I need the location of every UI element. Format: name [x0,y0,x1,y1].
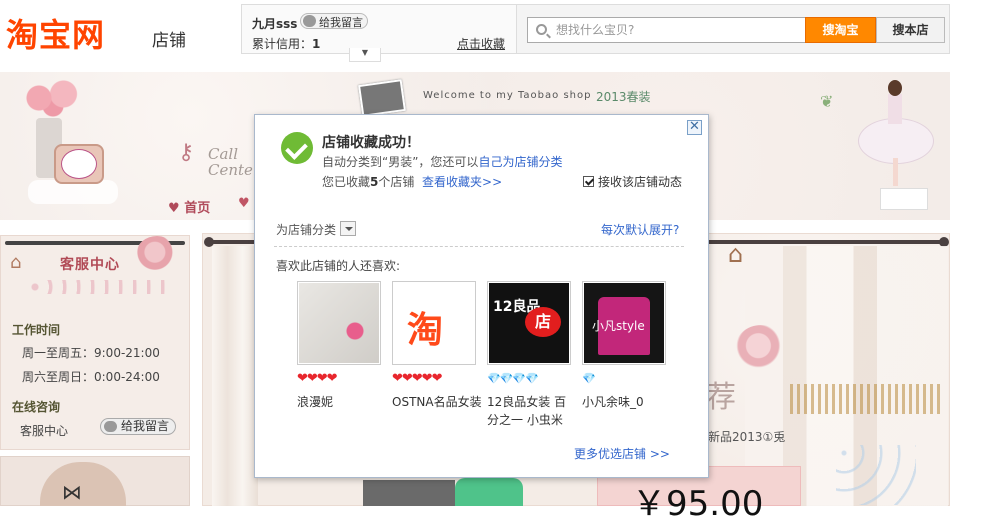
bow-icon: ⋈ [62,480,82,504]
category-info-text: 自动分类到“男装”，您还可以 [322,155,479,169]
shop-thumbnail[interactable]: 12良品店 [487,281,571,365]
ballerina-head-image [888,80,902,96]
dot-decoration [836,445,916,505]
clock-face-image [61,149,97,179]
shop-thumbnail[interactable] [297,281,381,365]
rose-bouquet-image [18,78,88,118]
heart-icon: ♥ [238,196,250,211]
dialog-divider [274,246,684,247]
search-shop-button[interactable]: 搜本店 [876,17,945,43]
close-icon[interactable]: ✕ [687,120,702,135]
search-placeholder: 想找什么宝贝? [556,23,635,37]
checkbox-checked-icon[interactable] [583,176,594,187]
service-agent-label: 客服中心 [20,424,69,438]
floral-divider [28,280,168,294]
category-dropdown-button[interactable] [340,221,356,236]
search-taobao-button[interactable]: 搜淘宝 [805,17,876,43]
taobao-logo-glyph: 淘 [407,310,444,351]
new-arrival-text: 新品2013①兎 [708,430,786,444]
bird-icon: ❦ [820,92,834,111]
shop-name-link[interactable]: 小凡余味_0 [582,393,668,411]
nav-home-link[interactable]: ♥ 首页 [168,197,210,216]
shop-thumbnail[interactable]: 淘 [392,281,476,365]
credit-label: 累计信用： [252,37,313,51]
search-input[interactable]: 想找什么宝贝? [527,17,807,43]
service-center-title: 客服中心 [60,257,120,273]
expand-arrow-icon[interactable]: ▼ [349,48,381,62]
view-favorites-link[interactable]: 查看收藏夹>> [422,175,502,189]
shop-rating-diamonds: 💎💎💎💎 [487,372,539,385]
shop-thumbnail-image: 小凡style [584,283,664,363]
welcome-text: Welcome to my Taobao shop [423,90,592,101]
fringe-decoration [790,384,940,414]
category-select-label: 为店铺分类 [276,223,337,237]
leave-message-button[interactable]: 给我留言 [300,13,368,29]
call-center-text: Call Center [208,145,261,179]
recommended-shops-title: 喜欢此店铺的人还喜欢: [276,259,401,273]
season-text: 2013春装 [596,90,651,104]
chat-icon [104,421,117,432]
sidebar-leave-message-button[interactable]: 给我留言 [100,418,176,435]
success-check-icon [281,132,313,164]
dialog-title: 店铺收藏成功！ [322,135,420,151]
receive-updates-checkbox[interactable]: 接收该店铺动态 [583,173,682,190]
category-info: 自动分类到“男装”，您还可以自己为店铺分类 [322,153,562,170]
shop-info-box: 九月sss 给我留言 累计信用：1 点击收藏 [241,4,517,54]
online-consult-title: 在线咨询 [12,400,61,414]
default-expand-link[interactable]: 每次默认展开? [601,221,679,238]
logo-subtitle: 店铺 [152,31,186,51]
more-shops-link[interactable]: 更多优选店铺 >> [574,445,670,462]
shop-rating-diamonds: 💎 [582,372,596,385]
shop-rating-hearts: ❤❤❤❤ [297,371,338,386]
favorites-count-suffix: 个店铺 [378,175,415,189]
add-favorite-link[interactable]: 点击收藏 [457,35,505,52]
product-price: ￥95.00 [632,484,764,524]
work-time-weekend: 周六至周日：0:00-24:00 [22,370,160,384]
shop-name-link[interactable]: OSTNA名品女装 [392,393,482,411]
shop-thumbnail-image [299,283,379,363]
key-icon: ⚷ [178,140,195,165]
search-area: 想找什么宝贝? 搜淘宝 搜本店 [517,4,950,54]
favorites-count-info: 您已收藏5个店铺 查看收藏夹>> [322,173,502,190]
taobao-logo[interactable]: 淘宝网 [6,10,105,56]
music-box-image [880,188,928,210]
ballerina-legs-image [893,158,898,186]
product-photo-model[interactable] [455,478,523,506]
rose-decoration [136,236,178,272]
work-time-title: 工作时间 [12,323,61,337]
shop-name-link[interactable]: 浪漫妮 [297,393,383,411]
receive-updates-label: 接收该店铺动态 [598,175,683,189]
shop-thumbnail-image: 12良品店 [489,283,569,363]
shop-logo-badge: 店 [525,307,561,337]
chat-icon [303,15,316,27]
shop-logo-text: 小凡style [592,319,645,333]
recommend-heading: 荐 [706,380,736,415]
work-time-weekday: 周一至周五：9:00-21:00 [22,346,160,360]
photo-frame-image [357,79,407,117]
custom-category-link[interactable]: 自己为店铺分类 [478,155,562,169]
credit-value: 1 [312,37,321,51]
shop-name[interactable]: 九月sss [252,15,297,32]
search-icon [536,24,547,35]
curtain-left-image [212,246,258,506]
shop-rating-hearts: ❤❤❤❤❤ [392,371,442,386]
sidebar-leave-message-label: 给我留言 [121,419,170,433]
ballerina-body-image [888,94,902,124]
hanger-icon: ⌂ [728,240,744,268]
product-photo[interactable] [363,480,455,506]
favorites-count-prefix: 您已收藏 [322,175,371,189]
rose-decoration [735,325,787,371]
credit-info: 累计信用：1 [252,35,320,52]
nav-home-label: 首页 [184,201,211,216]
shop-thumbnail-image: 淘 [394,283,474,363]
leave-message-label: 给我留言 [319,16,363,29]
hanger-icon: ⌂ [10,252,22,273]
shop-name-link[interactable]: 12良品女装 百分之一 小虫米 [487,393,571,429]
shop-thumbnail[interactable]: 小凡style [582,281,666,365]
